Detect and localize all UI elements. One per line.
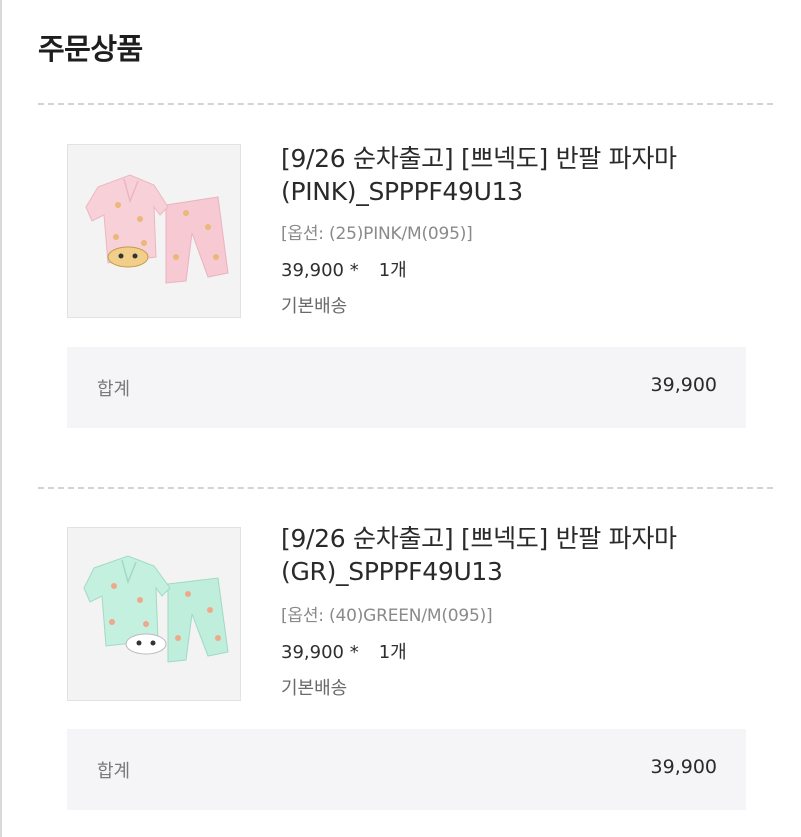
green-pajama-icon <box>68 528 240 700</box>
order-items-header: 주문상품 <box>0 0 801 104</box>
item-total-box: 합계 39,900 <box>67 729 746 810</box>
total-label: 합계 <box>97 761 131 782</box>
unit-price: 39,900 * <box>281 642 359 663</box>
product-option: [옵션: (25)PINK/M(095)] <box>281 224 473 244</box>
price-quantity: 39,900 * 1개 <box>281 638 407 664</box>
product-name[interactable]: [9/26 순차출고] [쁘넥도] 반팔 파자마 (PINK)_SPPPF49U… <box>281 142 761 208</box>
total-label: 합계 <box>97 379 131 400</box>
quantity: 1개 <box>378 642 407 663</box>
product-thumbnail[interactable] <box>67 144 241 318</box>
left-edge-line <box>0 0 2 837</box>
unit-price: 39,900 * <box>281 260 359 281</box>
item-divider <box>38 487 773 489</box>
section-divider <box>38 103 773 105</box>
page-title: 주문상품 <box>38 32 143 66</box>
total-value: 39,900 <box>650 756 717 778</box>
product-name-line[interactable]: (PINK)_SPPPF49U13 <box>281 175 761 208</box>
product-name-line[interactable]: [9/26 순차출고] [쁘넥도] 반팔 파자마 <box>281 522 761 555</box>
total-value: 39,900 <box>650 374 717 396</box>
product-name-line[interactable]: [9/26 순차출고] [쁘넥도] 반팔 파자마 <box>281 142 761 175</box>
quantity: 1개 <box>378 260 407 281</box>
price-quantity: 39,900 * 1개 <box>281 256 407 282</box>
item-total-box: 합계 39,900 <box>67 347 746 428</box>
shipping-method: 기본배송 <box>281 678 348 699</box>
product-name-line[interactable]: (GR)_SPPPF49U13 <box>281 555 761 588</box>
pink-pajama-icon <box>68 145 240 317</box>
product-name[interactable]: [9/26 순차출고] [쁘넥도] 반팔 파자마 (GR)_SPPPF49U13 <box>281 522 761 588</box>
shipping-method: 기본배송 <box>281 296 348 317</box>
product-option: [옵션: (40)GREEN/M(095)] <box>281 606 493 626</box>
product-thumbnail[interactable] <box>67 527 241 701</box>
